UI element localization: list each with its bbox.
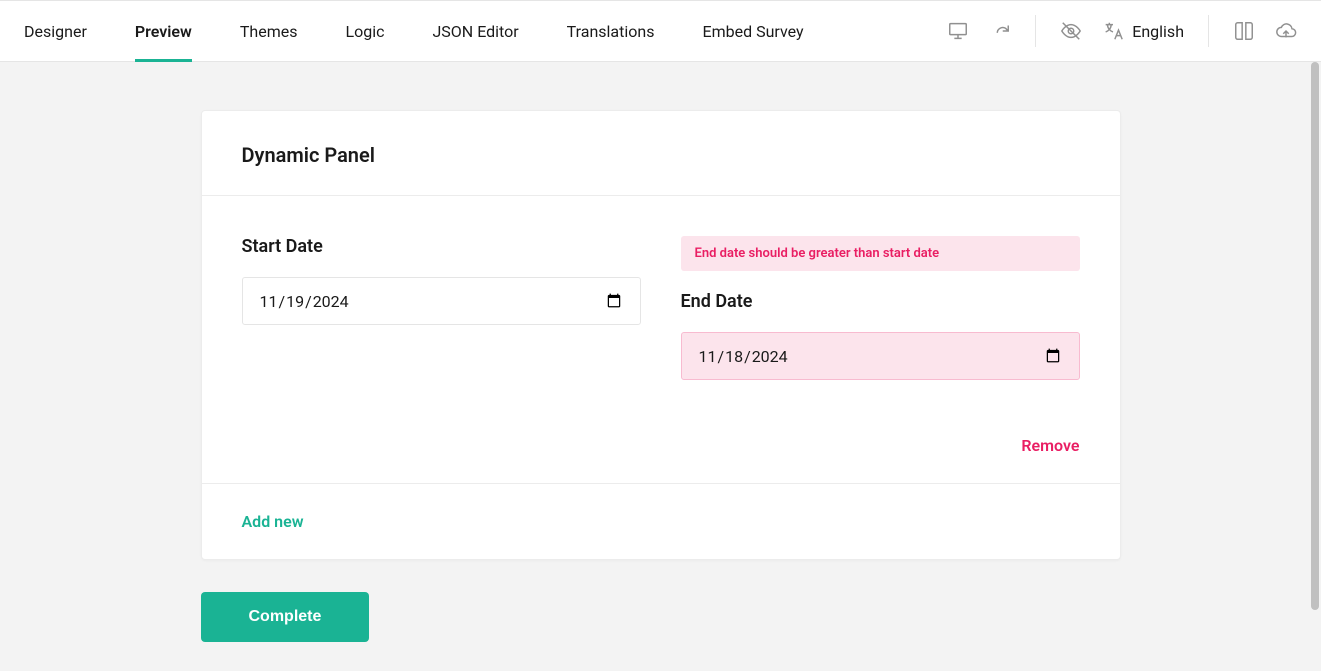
tab-json-editor[interactable]: JSON Editor (432, 1, 518, 61)
end-date-label: End Date (681, 291, 1080, 312)
translate-icon (1102, 20, 1124, 42)
panel-footer: Add new (202, 483, 1120, 559)
toolbar-divider (1035, 15, 1036, 47)
visibility-off-icon[interactable] (1060, 20, 1082, 42)
start-date-question: Start Date (242, 236, 641, 380)
scrollbar-track[interactable] (1309, 62, 1321, 671)
cloud-upload-icon[interactable] (1275, 20, 1297, 42)
language-label: English (1132, 22, 1184, 41)
device-preview-icon[interactable] (947, 20, 969, 42)
complete-row: Complete (201, 592, 1121, 642)
language-selector[interactable]: English (1102, 20, 1184, 42)
panel-entry: Start Date End date should be greater th… (202, 196, 1120, 483)
topbar: Designer Preview Themes Logic JSON Edito… (0, 0, 1321, 62)
tab-logic[interactable]: Logic (345, 1, 384, 61)
tab-embed-survey[interactable]: Embed Survey (702, 1, 803, 61)
tab-translations[interactable]: Translations (567, 1, 655, 61)
dynamic-panel-card: Dynamic Panel Start Date End date should… (201, 110, 1121, 560)
tab-designer[interactable]: Designer (24, 1, 87, 61)
panel-title: Dynamic Panel (202, 111, 1120, 196)
scrollbar-thumb[interactable] (1311, 62, 1319, 610)
tabs: Designer Preview Themes Logic JSON Edito… (24, 1, 947, 61)
toolbar: English (947, 1, 1297, 61)
add-panel-button[interactable]: Add new (242, 512, 304, 531)
tab-themes[interactable]: Themes (240, 1, 298, 61)
end-date-error: End date should be greater than start da… (681, 236, 1080, 271)
start-date-label: Start Date (242, 236, 641, 257)
redo-icon[interactable] (989, 20, 1011, 42)
book-icon[interactable] (1233, 20, 1255, 42)
tab-preview[interactable]: Preview (135, 1, 192, 61)
end-date-input[interactable] (681, 332, 1080, 380)
remove-panel-button[interactable]: Remove (1021, 436, 1079, 455)
end-date-question: End date should be greater than start da… (681, 236, 1080, 380)
start-date-input[interactable] (242, 277, 641, 325)
toolbar-divider (1208, 15, 1209, 47)
preview-area: Dynamic Panel Start Date End date should… (0, 62, 1321, 671)
complete-button[interactable]: Complete (201, 592, 370, 642)
